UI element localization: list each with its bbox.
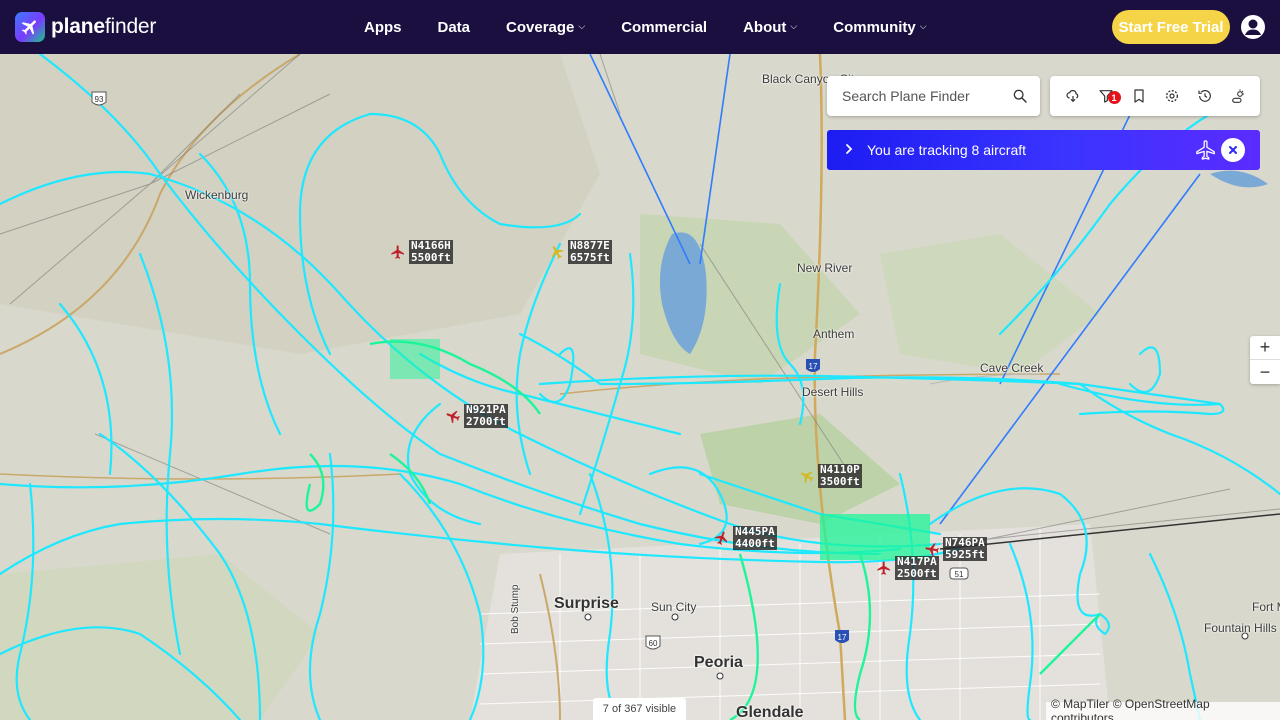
account-icon[interactable] — [1240, 14, 1266, 40]
sun-weather-button[interactable] — [1226, 84, 1250, 108]
aircraft-label: N8877E 6575ft — [568, 239, 612, 264]
start-free-trial-button[interactable]: Start Free Trial — [1112, 10, 1230, 44]
top-navbar: planefinder Apps Data Coverage ⌵ Commerci… — [0, 0, 1280, 54]
nav-apps[interactable]: Apps — [364, 19, 402, 36]
weather-button[interactable] — [1061, 84, 1085, 108]
aircraft-label: N4110P 3500ft — [818, 463, 862, 488]
settings-button[interactable] — [1160, 84, 1184, 108]
chevron-down-icon: ⌵ — [578, 20, 586, 31]
tracking-message: You are tracking 8 aircraft — [867, 142, 1027, 158]
place-glendale: Glendale — [736, 704, 804, 720]
aircraft-marker[interactable]: N921PA 2700ft — [445, 404, 508, 428]
place-peoria: Peoria — [694, 654, 743, 671]
history-icon — [1197, 90, 1211, 102]
map-attribution[interactable]: © MapTiler © OpenStreetMap contributors — [1046, 697, 1280, 720]
zoom-out-button[interactable]: − — [1250, 360, 1280, 384]
chevron-down-icon: ⌵ — [790, 20, 798, 31]
place-bob-stump: Bob Stump — [510, 584, 521, 634]
svg-text:51: 51 — [955, 570, 964, 579]
zoom-in-button[interactable]: + — [1250, 336, 1280, 360]
cloud-rain-icon — [1065, 90, 1078, 103]
chevron-right-icon[interactable] — [841, 141, 857, 157]
close-tracking-button[interactable] — [1221, 138, 1245, 162]
place-new-river: New River — [797, 261, 853, 275]
aircraft-marker[interactable]: N417PA 2500ft — [876, 556, 939, 580]
close-icon — [1229, 146, 1237, 154]
plane-outline-icon — [1196, 140, 1215, 160]
chevron-down-icon: ⌵ — [919, 20, 927, 31]
nav-coverage[interactable]: Coverage ⌵ — [506, 19, 585, 36]
map-toolbar: 1 — [1050, 76, 1260, 116]
gear-icon — [1165, 90, 1178, 102]
place-fountain-hills: Fountain Hills — [1204, 621, 1277, 635]
bookmark-icon — [1133, 89, 1144, 103]
nav-data[interactable]: Data — [438, 19, 471, 36]
place-anthem: Anthem — [813, 327, 855, 341]
search-input[interactable] — [842, 88, 1002, 104]
place-desert-hills: Desert Hills — [802, 385, 864, 399]
place-cave-creek: Cave Creek — [980, 361, 1044, 375]
svg-text:17: 17 — [809, 362, 818, 371]
nav-community[interactable]: Community ⌵ — [833, 19, 926, 36]
place-fort-m: Fort M — [1252, 600, 1280, 614]
plane-logo-icon — [15, 12, 45, 42]
aircraft-label: N746PA 5925ft — [943, 536, 987, 561]
plane-red-icon — [877, 561, 890, 575]
svg-text:60: 60 — [649, 639, 658, 648]
aircraft-label: N921PA 2700ft — [464, 403, 508, 428]
zoom-control: + − — [1250, 336, 1280, 384]
search-icon[interactable] — [1012, 88, 1028, 104]
nav-about[interactable]: About ⌵ — [743, 19, 797, 36]
filter-button[interactable]: 1 — [1094, 84, 1121, 108]
tracking-banner[interactable]: You are tracking 8 aircraft — [827, 130, 1260, 170]
aircraft-marker[interactable]: N4166H 5500ft — [390, 240, 453, 264]
filter-count-badge: 1 — [1107, 91, 1121, 104]
svg-text:17: 17 — [838, 633, 847, 642]
search-box — [827, 76, 1040, 116]
plane-yellow-icon — [551, 246, 564, 260]
place-surprise: Surprise — [554, 595, 619, 612]
svg-text:93: 93 — [95, 95, 104, 104]
plane-red-icon — [446, 410, 460, 424]
visible-aircraft-count: 7 of 367 visible — [593, 698, 686, 720]
plane-red-icon — [391, 245, 404, 259]
aircraft-marker[interactable]: N445PA 4400ft — [714, 526, 777, 550]
aircraft-marker[interactable]: N4110P 3500ft — [799, 464, 862, 488]
aircraft-label: N445PA 4400ft — [733, 525, 777, 550]
nav-commercial[interactable]: Commercial — [621, 19, 707, 36]
plane-red-icon — [714, 531, 728, 545]
place-wickenburg: Wickenburg — [185, 188, 249, 202]
main-nav: Apps Data Coverage ⌵ Commercial About ⌵ Co… — [364, 0, 963, 54]
plane-yellow-icon — [800, 471, 814, 484]
aircraft-marker[interactable]: N8877E 6575ft — [549, 240, 612, 264]
history-button[interactable] — [1193, 84, 1217, 108]
place-sun-city: Sun City — [651, 600, 697, 614]
aircraft-label: N417PA 2500ft — [895, 555, 939, 580]
aircraft-label: N4166H 5500ft — [409, 239, 453, 264]
planefinder-logo[interactable]: planefinder — [15, 12, 156, 42]
bookmark-button[interactable] — [1127, 84, 1151, 108]
logo-wordmark: planefinder — [51, 15, 157, 38]
sun-cloud-icon — [1231, 89, 1244, 103]
